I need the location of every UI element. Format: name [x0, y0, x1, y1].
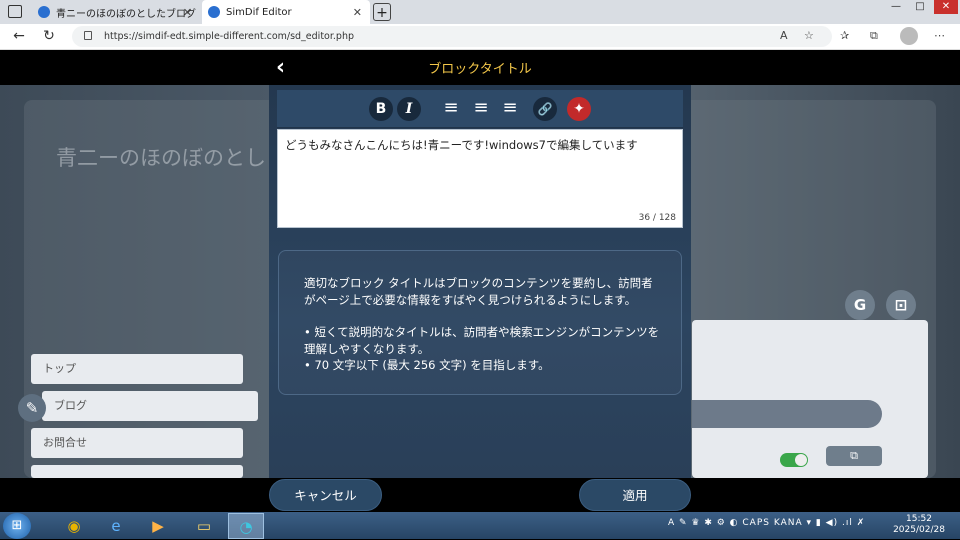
- clock-time: 15:52: [906, 514, 932, 524]
- italic-button[interactable]: I: [397, 97, 421, 121]
- help-box: 適切なブロック タイトルはブロックのコンテンツを要約し、訪問者がページ上で必要な…: [278, 250, 682, 395]
- media-player-icon[interactable]: ▶: [140, 513, 176, 539]
- refresh-icon[interactable]: ↻: [40, 28, 58, 44]
- background-bar: [692, 400, 882, 428]
- format-toolbar: B I ≡ ≡ ≡ 🔗 ✦: [277, 90, 683, 128]
- help-bullet: • 70 文字以下 (最大 256 文字) を目指します。: [304, 358, 550, 372]
- background-nav-blog: ブログ: [42, 391, 258, 421]
- url-field[interactable]: https://simdif-edt.simple-different.com/…: [72, 26, 832, 47]
- minimize-button[interactable]: —: [884, 0, 908, 14]
- background-toggle: [780, 453, 808, 467]
- background-panel: [692, 320, 928, 478]
- read-aloud-icon[interactable]: A: [780, 29, 788, 42]
- magic-wand-icon[interactable]: ✦: [567, 97, 591, 121]
- google-icon: G: [845, 290, 875, 320]
- edge-icon[interactable]: ◔: [228, 513, 264, 539]
- address-bar-row: ← ↻ https://simdif-edt.simple-different.…: [0, 24, 960, 50]
- title-text-editor[interactable]: どうもみなさんこんにちは!青ニーです!windows7で編集しています 36 /…: [277, 129, 683, 228]
- favorites-icon[interactable]: ✰: [840, 29, 849, 42]
- align-center-button[interactable]: ≡: [469, 97, 493, 121]
- more-menu-icon[interactable]: ⋯: [934, 29, 945, 42]
- help-bullet: • 短くて説明的なタイトルは、訪問者や検索エンジンがコンテンツを理解しやすくなり…: [304, 325, 660, 356]
- profile-avatar[interactable]: [900, 27, 918, 45]
- ie-icon[interactable]: e: [98, 513, 134, 539]
- system-tray[interactable]: A ✎ ♛ ✱ ⚙ ◐ CAPS KANA ▾ ▮ ◀) .ıl ✗: [668, 518, 865, 528]
- copy-icon: ⧉: [826, 446, 882, 466]
- background-nav-more: [31, 465, 243, 478]
- tab-title: 青ニーのほのぼのとしたブログ: [56, 8, 196, 20]
- tab-title: SimDif Editor: [226, 6, 292, 18]
- site-favicon-icon: [38, 6, 50, 18]
- back-arrow-icon[interactable]: ←: [10, 28, 28, 44]
- title-input-text[interactable]: どうもみなさんこんにちは!青ニーです!windows7で編集しています: [285, 137, 638, 153]
- chrome-icon[interactable]: ◉: [56, 513, 92, 539]
- unlock-icon: ⊡: [886, 290, 916, 320]
- tab-simdif-editor[interactable]: SimDif Editor ✕: [202, 0, 370, 24]
- start-button[interactable]: ⊞: [3, 513, 31, 539]
- cancel-button[interactable]: キャンセル: [269, 479, 382, 511]
- explorer-icon[interactable]: ▭: [186, 513, 222, 539]
- close-window-button[interactable]: ✕: [934, 0, 958, 14]
- url-text: https://simdif-edt.simple-different.com/…: [104, 31, 354, 42]
- lock-icon: [84, 31, 92, 40]
- clock[interactable]: 15:52 2025/02/28: [888, 514, 950, 536]
- bold-button[interactable]: B: [369, 97, 393, 121]
- background-nav-contact: お問合せ: [31, 428, 243, 458]
- link-icon[interactable]: 🔗: [533, 97, 557, 121]
- background-nav-top: トップ: [31, 354, 243, 384]
- tab-blog[interactable]: 青ニーのほのぼのとしたブログ ✕: [32, 0, 200, 24]
- edge-favicon-icon: [208, 6, 220, 18]
- align-left-button[interactable]: ≡: [439, 97, 463, 121]
- pencil-icon: ✎: [18, 394, 46, 422]
- browser-tab-strip: 青ニーのほのぼのとしたブログ ✕ SimDif Editor ✕ + — □ ✕: [0, 0, 960, 24]
- align-right-button[interactable]: ≡: [498, 97, 522, 121]
- tab-actions-menu-icon[interactable]: [8, 5, 22, 18]
- character-counter: 36 / 128: [638, 213, 676, 223]
- background-site-title: 青二ーのほのぼのとし: [56, 146, 266, 170]
- apply-button[interactable]: 適用: [579, 479, 691, 511]
- close-tab-icon[interactable]: ✕: [353, 6, 362, 19]
- clock-date: 2025/02/28: [893, 525, 945, 535]
- maximize-button[interactable]: □: [908, 0, 932, 14]
- new-tab-button[interactable]: +: [373, 3, 391, 21]
- dialog-title: ブロックタイトル: [428, 62, 532, 77]
- favorite-star-icon[interactable]: ☆: [804, 29, 814, 42]
- help-intro: 適切なブロック タイトルはブロックのコンテンツを要約し、訪問者がページ上で必要な…: [304, 276, 653, 307]
- collections-icon[interactable]: ⧉: [870, 29, 878, 43]
- close-tab-icon[interactable]: ✕: [183, 6, 192, 19]
- action-bar: [0, 478, 960, 512]
